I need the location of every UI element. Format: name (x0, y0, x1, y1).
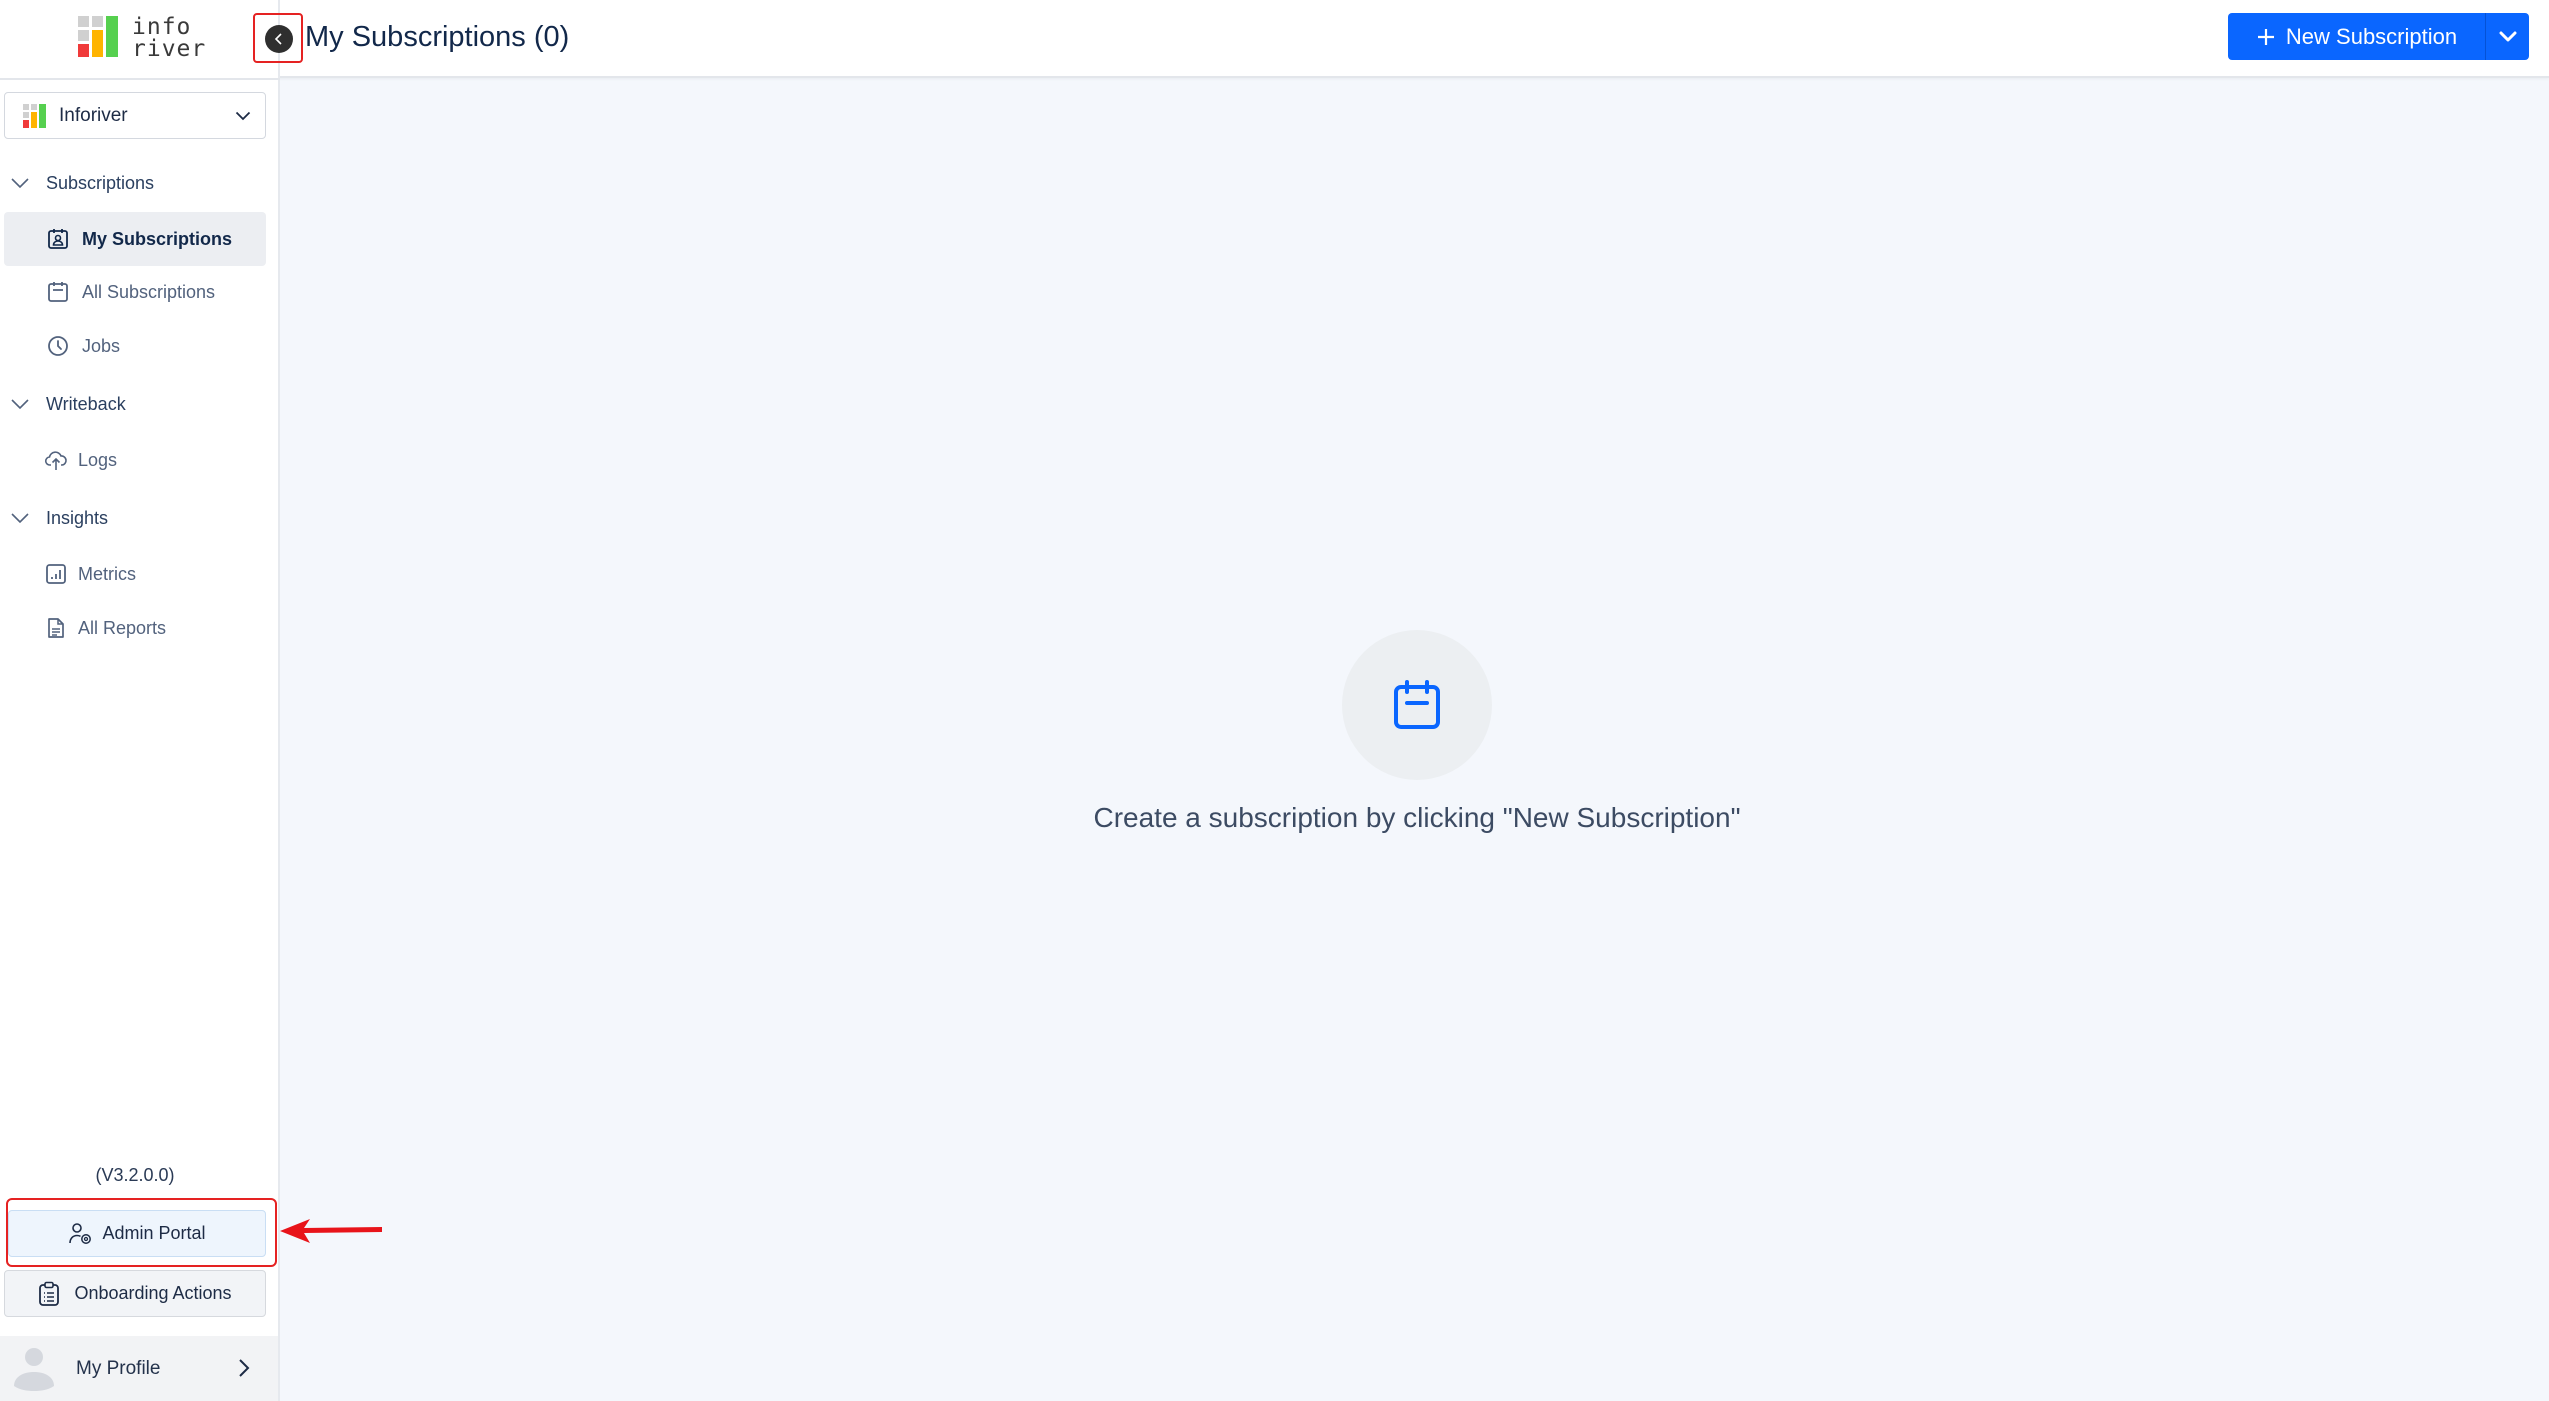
my-profile-button[interactable]: My Profile (0, 1336, 278, 1401)
nav-section-label: Subscriptions (46, 172, 155, 193)
empty-state-icon-circle (1342, 630, 1492, 780)
sidebar-item-all-subscriptions[interactable]: All Subscriptions (4, 265, 266, 319)
onboarding-actions-button[interactable]: Onboarding Actions (4, 1270, 266, 1317)
calendar-icon (1394, 680, 1440, 729)
onboarding-actions-label: Onboarding Actions (74, 1283, 232, 1303)
sidebar-item-my-subscriptions[interactable]: My Subscriptions (4, 212, 266, 266)
admin-portal-button[interactable]: Admin Portal (8, 1210, 266, 1257)
my-profile-label: My Profile (76, 1357, 161, 1379)
sidebar-divider (0, 78, 280, 80)
sidebar-item-label: Logs (78, 449, 118, 470)
chevron-down-icon (11, 513, 29, 524)
inforiver-logo: info river (78, 14, 208, 62)
chevron-down-icon (235, 111, 251, 120)
nav-section-subscriptions[interactable]: Subscriptions (0, 163, 280, 203)
logo-text: info river (132, 14, 207, 62)
collapse-sidebar-button[interactable] (265, 25, 293, 53)
nav-section-insights[interactable]: Insights (0, 498, 280, 538)
collapse-highlight-box (253, 13, 303, 63)
sidebar-item-label: My Subscriptions (82, 228, 233, 249)
page-title: My Subscriptions (0) (305, 21, 570, 53)
nav-section-label: Insights (46, 507, 109, 528)
sidebar-item-logs[interactable]: Logs (4, 433, 266, 487)
sidebar-item-label: Metrics (78, 563, 136, 584)
plus-icon (2257, 28, 2274, 45)
empty-state: Create a subscription by clicking "New S… (280, 80, 2549, 1401)
nav-section-label: Writeback (46, 393, 126, 414)
sidebar: info river Inforiver Subscriptions My Su… (0, 0, 280, 1401)
logo-mark-icon (78, 16, 124, 60)
nav-section-writeback[interactable]: Writeback (0, 384, 280, 424)
chevron-down-icon (2499, 31, 2516, 41)
new-subscription-button[interactable]: New Subscription (2228, 13, 2486, 60)
chevron-left-icon (274, 33, 282, 45)
user-settings-icon (69, 1222, 92, 1244)
bar-chart-icon (44, 562, 68, 586)
new-subscription-split-button[interactable]: New Subscription (2228, 13, 2529, 60)
admin-portal-label: Admin Portal (102, 1223, 206, 1243)
sidebar-item-metrics[interactable]: Metrics (4, 547, 266, 601)
avatar-icon (14, 1348, 54, 1391)
calendar-icon (46, 280, 70, 304)
new-subscription-label: New Subscription (2285, 23, 2458, 49)
sidebar-item-label: Jobs (82, 335, 121, 356)
new-subscription-menu-button[interactable] (2486, 13, 2529, 60)
chevron-right-icon (239, 1359, 250, 1377)
app-version: (V3.2.0.0) (95, 1165, 175, 1185)
cloud-upload-icon (44, 448, 68, 472)
empty-state-message: Create a subscription by clicking "New S… (1093, 802, 1741, 833)
user-calendar-icon (46, 227, 70, 251)
clipboard-list-icon (39, 1281, 60, 1306)
sidebar-item-jobs[interactable]: Jobs (4, 319, 266, 373)
sidebar-item-label: All Reports (78, 617, 167, 638)
chevron-down-icon (11, 178, 29, 189)
sidebar-item-all-reports[interactable]: All Reports (4, 601, 266, 655)
workspace-select[interactable]: Inforiver (4, 92, 266, 139)
document-icon (44, 616, 68, 640)
workspace-select-value: Inforiver (59, 104, 128, 126)
annotation-arrow-icon (280, 1219, 382, 1243)
clock-icon (46, 334, 70, 358)
chevron-down-icon (11, 399, 29, 410)
inforiver-mini-logo-icon (23, 103, 47, 128)
sidebar-item-label: All Subscriptions (82, 281, 216, 302)
top-header: My Subscriptions (0) New Subscription (0, 0, 2549, 78)
